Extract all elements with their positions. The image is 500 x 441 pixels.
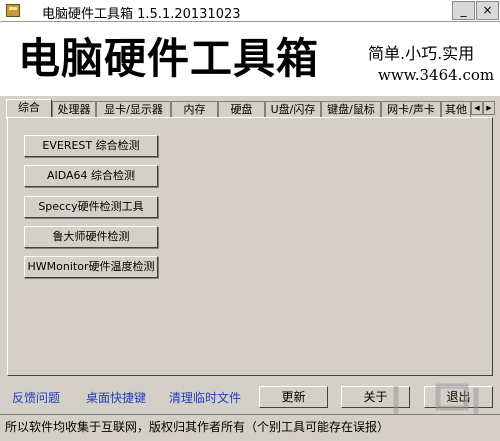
app-icon xyxy=(6,4,20,17)
desktop-shortcut-link[interactable]: 桌面快捷键 xyxy=(86,389,146,406)
close-button[interactable]: × xyxy=(476,1,499,20)
tab-scroll-right-button[interactable]: ▶ xyxy=(483,101,495,115)
feedback-link[interactable]: 反馈问题 xyxy=(12,389,60,406)
banner-url: www.3464.com xyxy=(378,66,495,84)
tab-memory[interactable]: 内存 xyxy=(171,101,218,118)
everest-button[interactable]: EVEREST 综合检测 xyxy=(24,135,158,157)
tab-cpu[interactable]: 处理器 xyxy=(52,101,96,118)
tab-display[interactable]: 显卡/显示器 xyxy=(96,101,171,118)
tab-keyboard-mouse[interactable]: 键盘/鼠标 xyxy=(321,101,381,118)
banner-title: 电脑硬件工具箱 xyxy=(18,34,320,83)
speccy-button[interactable]: Speccy硬件检测工具 xyxy=(24,196,158,218)
aida64-button[interactable]: AIDA64 综合检测 xyxy=(24,165,158,187)
clean-temp-files-link[interactable]: 清理临时文件 xyxy=(169,389,241,406)
banner-slogan: 简单.小巧.实用 xyxy=(368,44,475,63)
ludashi-button[interactable]: 鲁大师硬件检测 xyxy=(24,226,158,248)
hwmonitor-button[interactable]: HWMonitor硬件温度检测 xyxy=(24,256,158,278)
tab-strip: 综合 处理器 显卡/显示器 内存 硬盘 U盘/闪存 键盘/鼠标 网卡/声卡 其他… xyxy=(4,99,496,119)
tab-scroll-left-button[interactable]: ◀ xyxy=(471,101,483,115)
tab-other[interactable]: 其他 xyxy=(441,101,471,118)
tab-network-sound[interactable]: 网卡/声卡 xyxy=(381,101,441,118)
window-title: 电脑硬件工具箱 1.5.1.20131023 xyxy=(42,7,241,22)
status-text: 所以软件均收集于互联网，版权归其作者所有（个别工具可能存在误报） xyxy=(5,420,390,434)
tab-disk[interactable]: 硬盘 xyxy=(218,101,265,118)
tab-general[interactable]: 综合 xyxy=(6,99,52,119)
update-button[interactable]: 更新 xyxy=(259,386,328,408)
tab-usb[interactable]: U盘/闪存 xyxy=(265,101,321,118)
minimize-button[interactable]: _ xyxy=(452,1,475,20)
